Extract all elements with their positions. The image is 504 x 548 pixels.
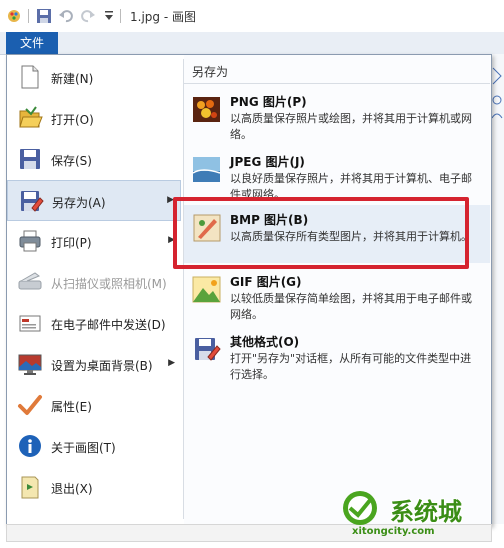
gif-image-icon — [192, 275, 222, 305]
save-as-png[interactable]: PNG 图片(P) 以高质量保存照片或绘图，并将其用于计算机或网络。 — [184, 87, 490, 145]
format-title: 其他格式(O) — [230, 335, 300, 349]
window-title: 1.jpg - 画图 — [130, 10, 196, 24]
info-icon — [17, 433, 43, 459]
format-description: 打开"另存为"对话框，从所有可能的文件类型中进行选择。 — [230, 352, 472, 381]
quick-save-icon[interactable] — [36, 8, 52, 24]
menu-item-label: 打开(O) — [51, 113, 94, 127]
menu-item-new[interactable]: 新建(N) — [7, 57, 181, 98]
watermark-subtext: xitongcity.com — [352, 526, 435, 537]
menu-item-label: 打印(P) — [51, 236, 92, 250]
new-file-icon — [17, 64, 43, 90]
file-menu: 新建(N) 打开(O) 保存(S) 另存为(A) ▶ 打印(P) ▶ 从扫描仪或… — [6, 54, 492, 526]
customize-toolbar-icon[interactable] — [104, 10, 114, 26]
menu-item-print[interactable]: 打印(P) ▶ — [7, 221, 181, 262]
email-icon — [17, 310, 43, 336]
menu-item-label: 保存(S) — [51, 154, 92, 168]
menu-item-desktop-bg[interactable]: 设置为桌面背景(B) ▶ — [7, 344, 181, 385]
separator — [120, 9, 122, 25]
highlight-annotation-box — [173, 197, 469, 269]
redo-icon[interactable] — [80, 8, 96, 24]
file-menu-commands: 新建(N) 打开(O) 保存(S) 另存为(A) ▶ 打印(P) ▶ 从扫描仪或… — [7, 55, 181, 525]
undo-icon[interactable] — [58, 8, 74, 24]
menu-item-exit[interactable]: 退出(X) — [7, 467, 181, 508]
ribbon-tab-strip — [0, 32, 504, 55]
open-folder-icon — [17, 105, 43, 131]
save-as-other[interactable]: 其他格式(O) 打开"另存为"对话框，从所有可能的文件类型中进行选择。 — [184, 327, 490, 385]
menu-item-label: 新建(N) — [51, 72, 94, 86]
other-format-icon — [192, 335, 222, 365]
file-tab[interactable]: 文件 — [6, 32, 58, 54]
menu-item-open[interactable]: 打开(O) — [7, 98, 181, 139]
submenu-header-divider — [184, 83, 490, 84]
menu-item-save-as[interactable]: 另存为(A) ▶ — [7, 180, 181, 221]
format-description: 以较低质量保存简单绘图，并将其用于电子邮件或网络。 — [230, 292, 472, 321]
exit-icon — [17, 474, 43, 500]
menu-item-scanner[interactable]: 从扫描仪或照相机(M) — [7, 262, 181, 303]
png-image-icon — [192, 95, 222, 125]
save-disk-icon — [17, 146, 43, 172]
menu-item-about[interactable]: 关于画图(T) — [7, 426, 181, 467]
format-title: GIF 图片(G) — [230, 275, 302, 289]
checkmark-icon — [17, 392, 43, 418]
menu-item-label: 在电子邮件中发送(D) — [51, 318, 166, 332]
menu-item-save[interactable]: 保存(S) — [7, 139, 181, 180]
menu-item-email[interactable]: 在电子邮件中发送(D) — [7, 303, 181, 344]
menu-item-label: 设置为桌面背景(B) — [51, 359, 153, 373]
jpeg-image-icon — [192, 155, 222, 185]
format-description: 以高质量保存照片或绘图，并将其用于计算机或网络。 — [230, 112, 472, 141]
save-as-submenu: 另存为 PNG 图片(P) 以高质量保存照片或绘图，并将其用于计算机或网络。 J… — [184, 55, 490, 525]
scanner-icon — [17, 269, 43, 295]
watermark: 系统城 xitongcity.com — [330, 488, 500, 544]
menu-item-label: 从扫描仪或照相机(M) — [51, 277, 167, 291]
menu-item-label: 另存为(A) — [52, 196, 106, 210]
desktop-icon — [17, 351, 43, 377]
save-as-icon — [18, 188, 44, 214]
submenu-header: 另存为 — [192, 65, 229, 79]
printer-icon — [17, 228, 43, 254]
menu-item-label: 退出(X) — [51, 482, 93, 496]
separator — [28, 9, 30, 25]
watermark-logo-icon — [338, 488, 382, 528]
menu-item-properties[interactable]: 属性(E) — [7, 385, 181, 426]
format-title: JPEG 图片(J) — [230, 155, 305, 169]
ribbon-edge — [490, 54, 504, 524]
save-as-gif[interactable]: GIF 图片(G) 以较低质量保存简单绘图，并将其用于电子邮件或网络。 — [184, 267, 490, 325]
format-title: PNG 图片(P) — [230, 95, 307, 109]
paint-app-icon[interactable] — [6, 8, 22, 24]
title-bar: 1.jpg - 画图 — [0, 0, 504, 33]
watermark-text: 系统城 — [390, 498, 462, 526]
menu-item-label: 属性(E) — [51, 400, 92, 414]
menu-item-label: 关于画图(T) — [51, 441, 116, 455]
submenu-arrow-icon: ▶ — [168, 358, 175, 368]
